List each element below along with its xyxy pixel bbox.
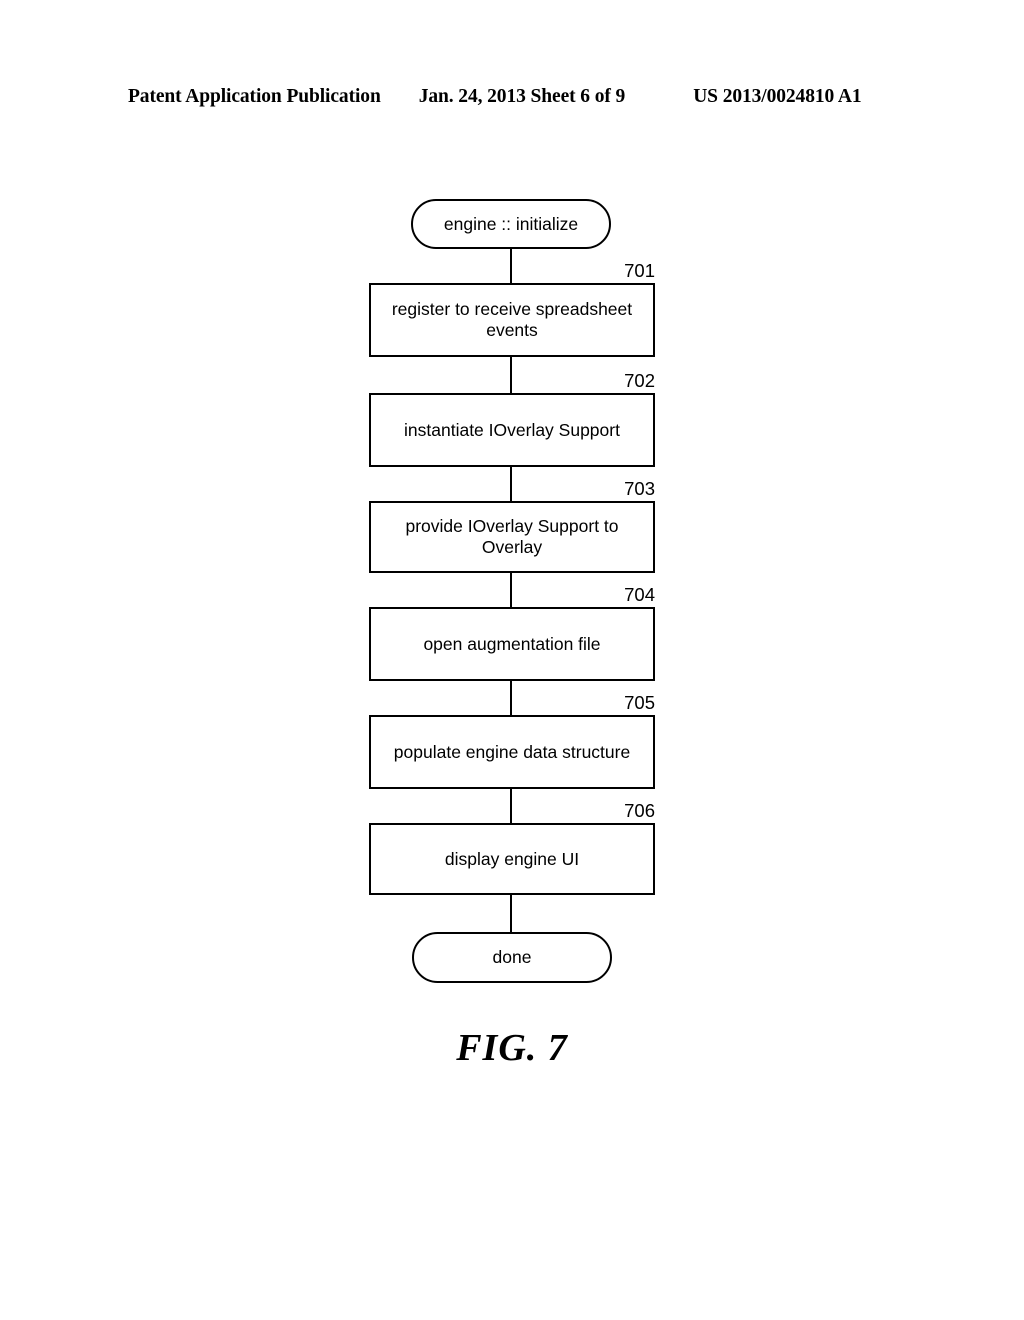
- flow-ref-705: 705: [624, 692, 655, 713]
- flow-node-702: instantiate IOverlay Support: [369, 393, 655, 467]
- flow-node-start-label: engine :: initialize: [443, 213, 579, 234]
- flow-node-703: provide IOverlay Support to Overlay: [369, 501, 655, 573]
- flow-connector-704-705: [510, 681, 512, 715]
- flow-connector-703-704: [510, 573, 512, 607]
- figure-caption: FIG. 7: [456, 1027, 568, 1069]
- flow-node-704: open augmentation file: [369, 607, 655, 681]
- flow-node-start: engine :: initialize: [411, 199, 611, 249]
- flow-connector-701-702: [510, 357, 512, 393]
- flow-ref-706: 706: [624, 800, 655, 821]
- flow-node-704-label: open augmentation file: [423, 633, 601, 654]
- flow-node-702-label: instantiate IOverlay Support: [404, 419, 620, 440]
- flow-ref-701: 701: [624, 260, 655, 281]
- flow-connector-702-703: [510, 467, 512, 501]
- flow-node-701: register to receive spreadsheet events: [369, 283, 655, 357]
- flow-node-706: display engine UI: [369, 823, 655, 895]
- flow-ref-702: 702: [624, 370, 655, 391]
- flow-connector-start-701: [510, 249, 512, 283]
- flow-connector-706-done: [510, 895, 512, 933]
- flow-node-701-label: register to receive spreadsheet events: [391, 299, 633, 340]
- flow-ref-704: 704: [624, 584, 655, 605]
- flowchart-diagram: engine :: initialize 701 register to rec…: [0, 0, 1024, 1320]
- flow-ref-703: 703: [624, 478, 655, 499]
- flow-connector-705-706: [510, 789, 512, 823]
- flow-node-705-label: populate engine data structure: [393, 741, 631, 762]
- flow-node-done-label: done: [492, 947, 532, 967]
- flow-node-706-label: display engine UI: [444, 848, 580, 869]
- flow-node-705: populate engine data structure: [369, 715, 655, 789]
- flow-node-done: done: [412, 932, 612, 983]
- flow-node-703-label: provide IOverlay Support to Overlay: [405, 516, 619, 557]
